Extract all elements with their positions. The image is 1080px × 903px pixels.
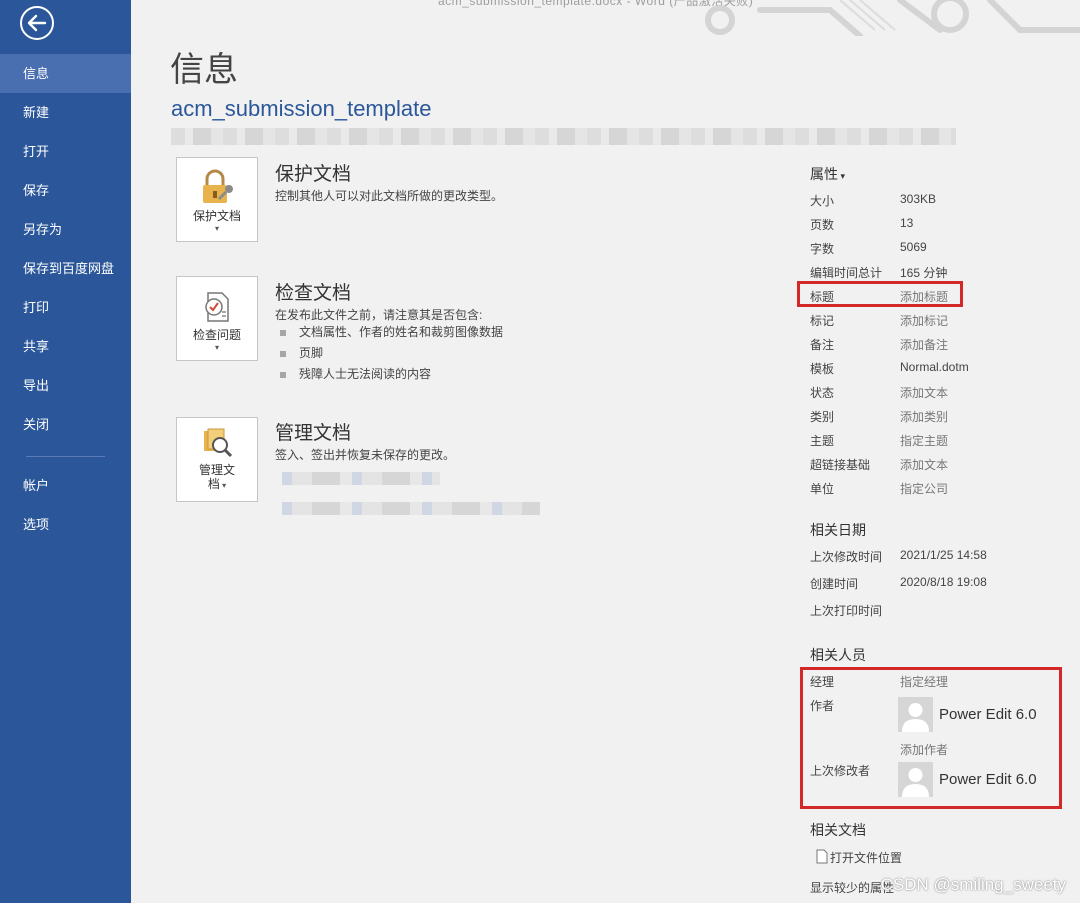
blurred-version-item: [282, 502, 540, 515]
backstage-nav: 信息 新建 打开 保存 另存为 保存到百度网盘 打印 共享 导出 关闭 帐户 选…: [0, 54, 131, 544]
manage-description: 签入、签出并恢复未保存的更改。: [275, 448, 456, 462]
protect-title: 保护文档: [275, 164, 352, 185]
nav-item-open[interactable]: 打开: [0, 132, 131, 171]
nav-item-options[interactable]: 选项: [0, 505, 131, 544]
inspect-list: 文档属性、作者的姓名和裁剪图像数据 页脚 残障人士无法阅读的内容: [280, 322, 503, 385]
nav-item-save-as[interactable]: 另存为: [0, 210, 131, 249]
related-dates-header: 相关日期: [810, 522, 866, 538]
manage-document-button[interactable]: 管理文档 ▾: [176, 417, 258, 502]
chevron-down-icon: ▾: [219, 481, 227, 490]
check-issues-button[interactable]: 检查问题 ▾: [176, 276, 258, 361]
inspect-document-icon: [205, 292, 229, 322]
chevron-down-icon: ▾: [214, 224, 219, 233]
bullet-square-icon: [280, 350, 286, 357]
circuit-decoration: [705, 0, 1080, 36]
nav-divider: [26, 456, 105, 457]
nav-item-save[interactable]: 保存: [0, 171, 131, 210]
comments-input[interactable]: 添加备注: [900, 336, 948, 353]
list-item-text: 页脚: [299, 346, 324, 360]
related-people-header: 相关人员: [810, 647, 866, 663]
nav-item-account[interactable]: 帐户: [0, 466, 131, 505]
manage-title: 管理文档: [275, 423, 352, 444]
properties-header[interactable]: 属性 ▾: [810, 164, 845, 184]
page-title: 信息: [170, 51, 238, 89]
manage-documents-icon: [204, 428, 233, 458]
nav-item-print[interactable]: 打印: [0, 288, 131, 327]
related-documents-header: 相关文档: [810, 822, 866, 838]
nav-item-new[interactable]: 新建: [0, 93, 131, 132]
inspect-title: 检查文档: [275, 283, 352, 304]
highlight-box-title: [797, 281, 963, 307]
nav-item-close[interactable]: 关闭: [0, 405, 131, 444]
chevron-down-icon: ▾: [838, 171, 846, 181]
subject-input[interactable]: 指定主题: [900, 432, 948, 449]
backstage-sidebar: 信息 新建 打开 保存 另存为 保存到百度网盘 打印 共享 导出 关闭 帐户 选…: [0, 0, 131, 903]
inspect-description: 在发布此文件之前，请注意其是否包含:: [275, 308, 483, 322]
list-item: 残障人士无法阅读的内容: [280, 364, 503, 385]
back-arrow-icon[interactable]: [20, 6, 54, 40]
company-input[interactable]: 指定公司: [900, 480, 948, 497]
nav-item-save-baidu[interactable]: 保存到百度网盘: [0, 249, 131, 288]
document-path-blurred: [171, 128, 956, 145]
nav-item-info[interactable]: 信息: [0, 54, 131, 93]
nav-item-share[interactable]: 共享: [0, 327, 131, 366]
list-item-text: 残障人士无法阅读的内容: [299, 367, 432, 381]
bullet-square-icon: [280, 371, 286, 378]
chevron-down-icon: ▾: [214, 343, 219, 352]
document-name: acm_submission_template: [171, 96, 432, 121]
bullet-square-icon: [280, 329, 286, 336]
csdn-watermark: CSDN @smiling_sweety: [880, 875, 1066, 894]
list-item-text: 文档属性、作者的姓名和裁剪图像数据: [299, 325, 504, 339]
document-icon: [816, 849, 828, 867]
list-item: 页脚: [280, 343, 503, 364]
protect-button-label: 保护文档: [192, 209, 241, 223]
list-item: 文档属性、作者的姓名和裁剪图像数据: [280, 322, 503, 343]
check-issues-label: 检查问题: [192, 328, 241, 342]
manage-button-label: 管理文档 ▾: [198, 463, 235, 491]
protect-document-button[interactable]: 保护文档 ▾: [176, 157, 258, 242]
lock-key-icon: [203, 169, 233, 203]
status-input[interactable]: 添加文本: [900, 384, 948, 401]
open-file-location-link[interactable]: 打开文件位置: [830, 849, 902, 866]
hyperlink-base-input[interactable]: 添加文本: [900, 456, 948, 473]
highlight-box-people: [800, 667, 1062, 809]
category-input[interactable]: 添加类别: [900, 408, 948, 425]
protect-description: 控制其他人可以对此文档所做的更改类型。: [275, 189, 504, 203]
nav-item-export[interactable]: 导出: [0, 366, 131, 405]
blurred-version-item: [282, 472, 440, 485]
tags-input[interactable]: 添加标记: [900, 312, 948, 329]
